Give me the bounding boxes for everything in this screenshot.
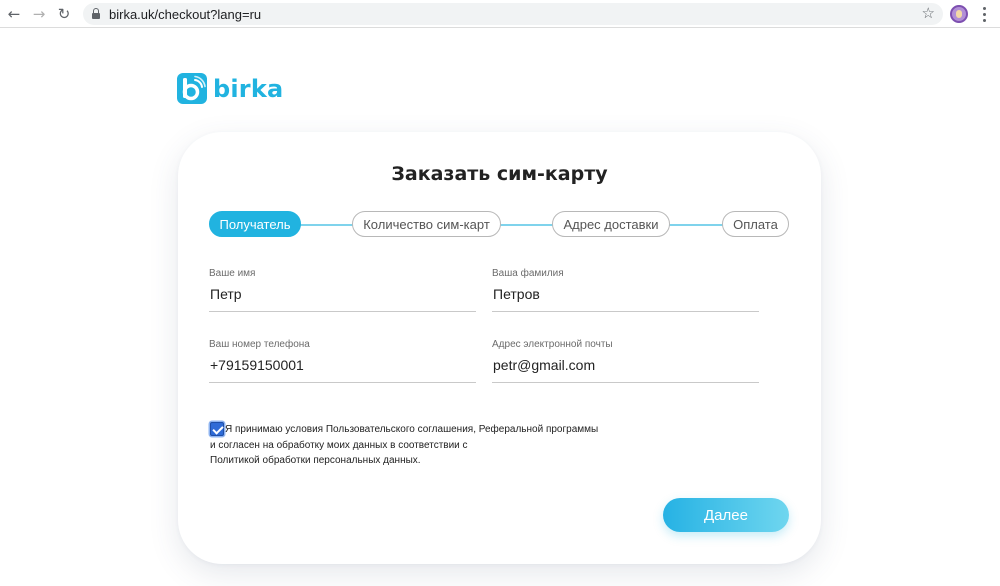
- next-button[interactable]: Далее: [663, 498, 789, 532]
- reload-icon[interactable]: ↻: [54, 4, 74, 24]
- arrow-left-icon[interactable]: ←: [4, 4, 24, 24]
- birka-logo-icon: [177, 73, 207, 104]
- consent-text-line: Я принимаю условия Пользовательского сог…: [225, 424, 599, 435]
- last-name-label: Ваша фамилия: [492, 268, 564, 279]
- lock-icon: [92, 8, 100, 19]
- step-recipient[interactable]: Получатель: [209, 211, 301, 237]
- email-label: Адрес электронной почты: [492, 339, 613, 350]
- consent-block: Я принимаю условия Пользовательского сог…: [210, 422, 630, 469]
- step-connector: [668, 224, 728, 226]
- step-sim-quantity[interactable]: Количество сим-карт: [352, 211, 501, 237]
- star-icon[interactable]: ☆: [922, 4, 935, 22]
- last-name-input[interactable]: [492, 283, 759, 312]
- phone-field: Ваш номер телефона: [209, 339, 476, 383]
- first-name-field: Ваше имя: [209, 268, 476, 312]
- phone-label: Ваш номер телефона: [209, 339, 310, 350]
- step-payment[interactable]: Оплата: [722, 211, 789, 237]
- first-name-input[interactable]: [209, 283, 476, 312]
- step-connector: [298, 224, 358, 226]
- last-name-field: Ваша фамилия: [492, 268, 759, 312]
- step-connector: [498, 224, 558, 226]
- brand-name: birka: [213, 74, 284, 103]
- checkout-card: Заказать сим-карту Получатель Количество…: [178, 132, 821, 564]
- browser-toolbar: ← → ↻ birka.uk/checkout?lang=ru ☆: [0, 0, 1000, 28]
- consent-checkbox[interactable]: [210, 422, 224, 436]
- consent-text-line: Политикой обработки персональных данных.: [210, 455, 421, 466]
- consent-text: Я принимаю условия Пользовательского сог…: [210, 422, 630, 469]
- step-delivery-address[interactable]: Адрес доставки: [552, 211, 670, 237]
- url-text[interactable]: birka.uk/checkout?lang=ru: [109, 7, 261, 22]
- avatar[interactable]: [950, 5, 968, 23]
- brand-logo[interactable]: birka: [177, 73, 283, 104]
- phone-input[interactable]: [209, 354, 476, 383]
- page-title: Заказать сим-карту: [391, 163, 608, 185]
- address-bar[interactable]: birka.uk/checkout?lang=ru ☆: [83, 3, 943, 25]
- consent-text-line: и согласен на обработку моих данных в со…: [210, 439, 468, 451]
- email-input[interactable]: [492, 354, 759, 383]
- arrow-right-icon[interactable]: →: [29, 4, 49, 24]
- email-field: Адрес электронной почты: [492, 339, 759, 383]
- first-name-label: Ваше имя: [209, 268, 256, 279]
- more-vertical-icon[interactable]: [982, 4, 986, 24]
